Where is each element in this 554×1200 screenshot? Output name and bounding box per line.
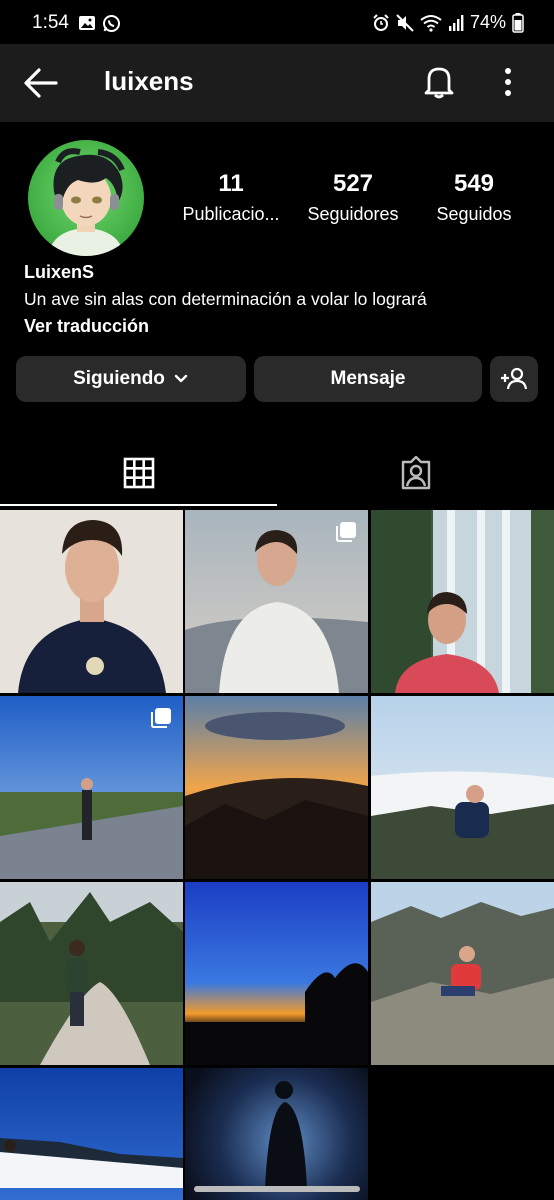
battery-icon [512,12,524,33]
following-label: Siguiendo [73,368,165,389]
post-thumbnail-5[interactable] [185,696,368,879]
following-button[interactable]: Siguiendo [16,356,246,402]
top-app-bar: luixens [0,44,554,122]
alarm-icon [373,13,389,31]
signal-icon [448,14,464,31]
whatsapp-icon [103,15,120,32]
stat-following[interactable]: 549 Seguidos [409,170,539,225]
stat-followers-label: Seguidores [307,204,399,224]
stat-following-value: 549 [453,170,495,197]
stat-followers-value: 527 [332,170,374,197]
notifications-button[interactable] [422,64,456,100]
post-thumbnail-3[interactable] [371,510,554,693]
post-image-above-clouds [371,696,554,879]
wifi-icon [420,14,442,32]
active-tab-indicator [0,504,277,506]
vertical-dots-icon [505,68,511,96]
stat-posts-label: Publicacio... [182,204,280,224]
profile-username: luixens [104,66,194,96]
back-button[interactable] [22,66,60,100]
status-system-icons: 74% [372,12,524,33]
profile-avatar[interactable] [28,140,144,256]
post-image-portrait-jersey [0,510,183,693]
status-bar: 1:54 74% [0,0,554,44]
post-thumbnail-4[interactable] [0,696,183,879]
stat-posts-value: 11 [218,170,244,197]
grid-icon [123,457,154,489]
stat-followers[interactable]: 527 Seguidores [288,170,418,225]
gallery-icon [79,16,95,30]
post-image-snow-sky [0,1068,183,1200]
message-button[interactable]: Mensaje [254,356,482,402]
post-image-mountain-red-shirt [371,882,554,1065]
post-image-forest-trail [0,882,183,1065]
home-indicator[interactable] [194,1186,360,1192]
message-label: Mensaje [330,368,406,389]
post-image-waterfall [371,510,554,693]
post-thumbnail-9[interactable] [371,882,554,1065]
battery-percent: 74% [469,12,506,32]
tab-posts-grid[interactable] [0,440,277,506]
bell-icon [424,67,454,99]
stat-posts[interactable]: 11 Publicacio... [166,170,296,225]
tab-tagged[interactable] [277,440,554,506]
post-image-dark-silhouette [185,1068,368,1200]
add-user-icon [501,367,528,390]
post-thumbnail-10[interactable] [0,1068,183,1200]
status-notification-icons [78,14,121,33]
multiple-photos-icon [151,708,171,728]
tagged-user-icon [401,456,430,490]
chevron-down-icon [174,374,188,383]
mute-icon [396,13,414,32]
post-thumbnail-8[interactable] [185,882,368,1065]
post-image-sunset-clouds [185,696,368,879]
back-arrow-icon [24,68,58,98]
post-thumbnail-11[interactable] [185,1068,368,1200]
avatar-illustration [48,148,125,256]
post-image-blue-sunset [185,882,368,1065]
post-thumbnail-1[interactable] [0,510,183,693]
profile-bio: Un ave sin alas con determinación a vola… [24,289,427,309]
post-thumbnail-7[interactable] [0,882,183,1065]
status-time: 1:54 [32,12,69,33]
multiple-photos-icon [336,522,356,542]
more-options-button[interactable] [496,66,520,98]
stat-following-label: Seguidos [436,204,512,224]
post-thumbnail-6[interactable] [371,696,554,879]
display-name: LuixenS [24,262,95,282]
suggested-users-button[interactable] [490,356,538,402]
post-thumbnail-2[interactable] [185,510,368,693]
see-translation-link[interactable]: Ver traducción [24,316,149,337]
